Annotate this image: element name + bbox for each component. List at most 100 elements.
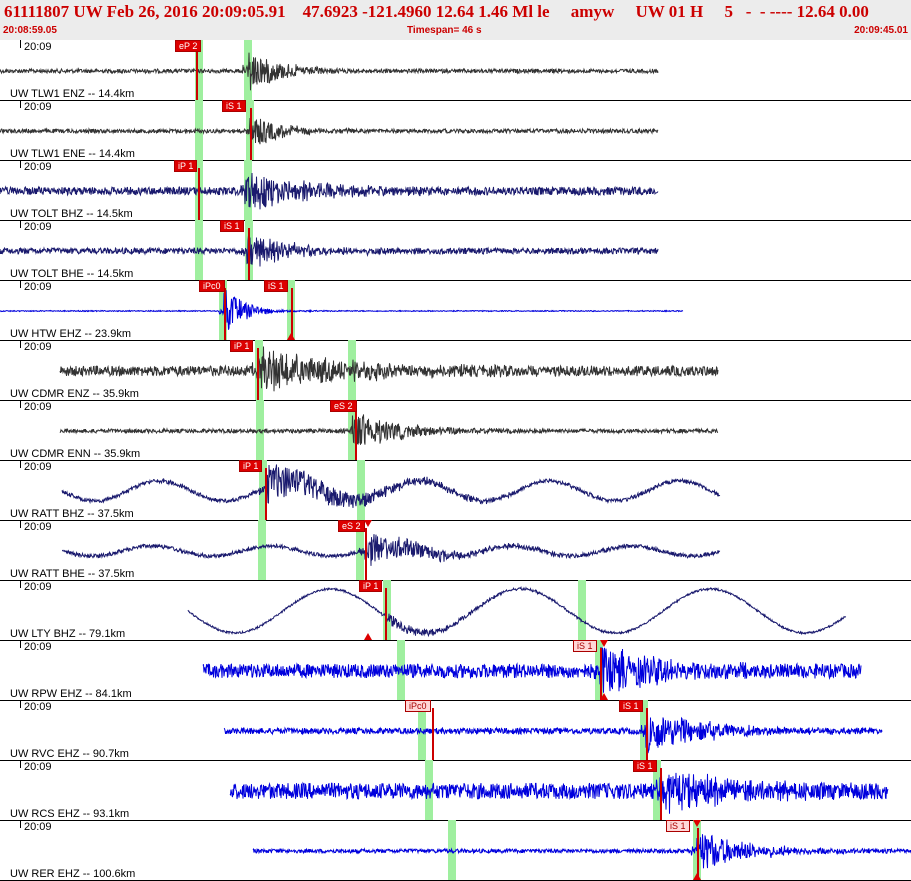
- panel-time-label: 20:09: [24, 221, 52, 233]
- waveform: [0, 172, 659, 210]
- station-label: UW TLW1 ENZ -- 14.4km: [10, 88, 135, 100]
- phase-pick-label[interactable]: iP 1: [239, 460, 263, 472]
- trace-panel[interactable]: iP 1 20:09 UW LTY BHZ -- 79.1km: [0, 580, 911, 641]
- pick-line[interactable]: [660, 768, 662, 820]
- phase-pick-label[interactable]: iS 1: [666, 820, 690, 832]
- time-tick: [20, 580, 21, 588]
- waveform-trace: [187, 585, 847, 638]
- time-tick: [20, 820, 21, 828]
- waveform: [0, 290, 684, 330]
- pick-line[interactable]: [248, 228, 250, 280]
- pick-line[interactable]: [265, 468, 267, 520]
- time-tick: [20, 340, 21, 348]
- station-label: UW LTY BHZ -- 79.1km: [10, 628, 126, 640]
- pick-line[interactable]: [224, 288, 226, 340]
- station-label: UW HTW EHZ -- 23.9km: [10, 328, 131, 340]
- time-tick: [20, 460, 21, 468]
- phase-pick-label[interactable]: iP 1: [230, 340, 254, 352]
- phase-pick-label[interactable]: iS 1: [633, 760, 657, 772]
- station-label: UW RVC EHZ -- 90.7km: [10, 748, 129, 760]
- pick-line[interactable]: [432, 708, 434, 760]
- trace-panel[interactable]: iS 1 20:09 UW RCS EHZ -- 93.1km: [0, 760, 911, 821]
- waveform-trace: [59, 346, 719, 392]
- waveform-trace: [229, 772, 889, 814]
- arrival-marker-down-icon: [693, 820, 701, 827]
- station-label: UW TLW1 ENE -- 14.4km: [10, 148, 135, 160]
- time-tick: [20, 100, 21, 108]
- trace-panel[interactable]: eS 2 20:09 UW RATT BHE -- 37.5km: [0, 520, 911, 581]
- station-label: UW CDMR ENZ -- 35.9km: [10, 388, 139, 400]
- waveform: [229, 772, 889, 814]
- trace-panel[interactable]: iS 1 20:09 UW RPW EHZ -- 84.1km: [0, 640, 911, 701]
- trace-panel[interactable]: iP 1 20:09 UW RATT BHZ -- 37.5km: [0, 460, 911, 521]
- trace-panel[interactable]: iP 1 20:09 UW CDMR ENZ -- 35.9km: [0, 340, 911, 401]
- trace-panel[interactable]: iP 1 20:09 UW TOLT BHZ -- 14.5km: [0, 160, 911, 221]
- phase-pick-label[interactable]: eP 2: [175, 40, 202, 52]
- panel-time-label: 20:09: [24, 401, 52, 413]
- pick-line[interactable]: [198, 168, 200, 220]
- time-tick: [20, 760, 21, 768]
- trace-panel[interactable]: eP 2 20:09 UW TLW1 ENZ -- 14.4km: [0, 40, 911, 101]
- trace-panel[interactable]: iPc0 iS 1 20:09 UW RVC EHZ -- 90.7km: [0, 700, 911, 761]
- panel-time-label: 20:09: [24, 161, 52, 173]
- waveform-trace: [252, 828, 911, 869]
- phase-pick-label[interactable]: iP 1: [359, 580, 383, 592]
- panel-time-label: 20:09: [24, 581, 52, 593]
- waveform: [61, 464, 721, 508]
- waveform: [0, 52, 659, 91]
- phase-pick-label[interactable]: iS 1: [619, 700, 643, 712]
- arrival-marker-up-icon: [364, 633, 372, 640]
- phase-pick-label[interactable]: iS 1: [573, 640, 597, 652]
- phase-pick-label[interactable]: eS 2: [330, 400, 357, 412]
- phase-pick-label[interactable]: iPc0: [199, 280, 225, 292]
- trace-panel[interactable]: eS 2 20:09 UW CDMR ENN -- 35.9km: [0, 400, 911, 461]
- arrival-marker-down-icon: [600, 640, 608, 647]
- waveform: [187, 585, 847, 638]
- waveform: [202, 646, 862, 693]
- event-title: 61111807 UW Feb 26, 2016 20:09:05.91 47.…: [4, 2, 869, 21]
- pick-line[interactable]: [257, 348, 259, 400]
- phase-pick-label[interactable]: iS 1: [264, 280, 288, 292]
- trace-panel[interactable]: iS 1 20:09 UW RER EHZ -- 100.6km: [0, 820, 911, 881]
- waveform-trace: [0, 235, 659, 267]
- arrival-marker-down-icon: [364, 520, 372, 527]
- waveform-trace: [62, 534, 721, 566]
- time-tick: [20, 640, 21, 648]
- arrival-marker-up-icon: [693, 873, 701, 880]
- phase-pick-label[interactable]: iP 1: [174, 160, 198, 172]
- panel-time-label: 20:09: [24, 701, 52, 713]
- panel-time-label: 20:09: [24, 521, 52, 533]
- waveform-trace: [59, 414, 719, 446]
- time-tick: [20, 520, 21, 528]
- waveform-trace: [61, 464, 721, 508]
- time-tick: [20, 400, 21, 408]
- waveform-trace: [0, 290, 684, 330]
- pick-line[interactable]: [646, 708, 648, 760]
- arrival-marker-up-icon: [287, 333, 295, 340]
- trace-panel[interactable]: iS 1 20:09 UW TLW1 ENE -- 14.4km: [0, 100, 911, 161]
- trace-panel[interactable]: iPc0 iS 1 20:09 UW HTW EHZ -- 23.9km: [0, 280, 911, 341]
- phase-pick-label[interactable]: iS 1: [220, 220, 244, 232]
- station-label: UW TOLT BHZ -- 14.5km: [10, 208, 133, 220]
- time-tick: [20, 40, 21, 48]
- trace-panel[interactable]: iS 1 20:09 UW TOLT BHE -- 14.5km: [0, 220, 911, 281]
- waveform: [62, 534, 721, 566]
- phase-pick-label[interactable]: iS 1: [222, 100, 246, 112]
- phase-pick-label[interactable]: iPc0: [405, 700, 431, 712]
- seismogram-panels[interactable]: eP 2 20:09 UW TLW1 ENZ -- 14.4km iS 1 20:09 U…: [0, 40, 911, 881]
- waveform-trace: [223, 712, 883, 754]
- pick-line[interactable]: [365, 528, 367, 580]
- panel-time-label: 20:09: [24, 761, 52, 773]
- pick-line[interactable]: [355, 408, 357, 460]
- panel-time-label: 20:09: [24, 341, 52, 353]
- station-label: UW TOLT BHE -- 14.5km: [10, 268, 134, 280]
- pick-line[interactable]: [250, 108, 252, 160]
- time-tick: [20, 220, 21, 228]
- waveform-trace: [202, 646, 862, 693]
- pick-line[interactable]: [385, 588, 387, 640]
- waveform: [0, 235, 659, 267]
- pick-line[interactable]: [196, 48, 198, 100]
- event-header: 61111807 UW Feb 26, 2016 20:09:05.91 47.…: [0, 0, 911, 40]
- phase-pick-label[interactable]: eS 2: [338, 520, 365, 532]
- waveform: [252, 828, 911, 869]
